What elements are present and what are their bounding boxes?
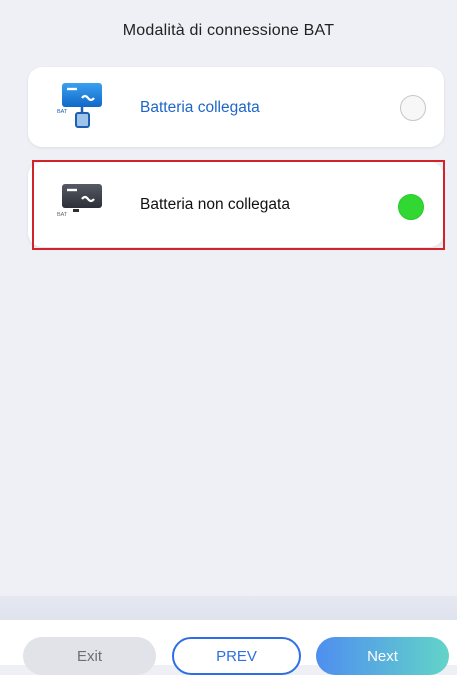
next-button[interactable]: Next [316, 637, 449, 675]
prev-button[interactable]: PREV [172, 637, 301, 675]
option-battery-connected[interactable]: BAT Batteria collegata [28, 67, 444, 147]
svg-text:BAT: BAT [57, 212, 68, 218]
option-label: Batteria non collegata [140, 196, 290, 213]
svg-text:BAT: BAT [57, 109, 68, 115]
radio-unselected[interactable] [400, 95, 426, 121]
exit-button[interactable]: Exit [23, 637, 156, 675]
header: Modalità di connessione BAT [0, 0, 457, 62]
option-battery-disconnected[interactable]: BAT Batteria non collegata [28, 162, 444, 247]
inverter-battery-connected-icon: BAT [56, 81, 110, 144]
footer-shadow [0, 596, 457, 620]
inverter-battery-disconnected-icon: BAT [56, 182, 110, 227]
option-label: Batteria collegata [140, 99, 260, 116]
page-title: Modalità di connessione BAT [122, 22, 335, 39]
footer-bar: Exit PREV Next [0, 620, 457, 675]
radio-selected[interactable] [398, 194, 424, 220]
